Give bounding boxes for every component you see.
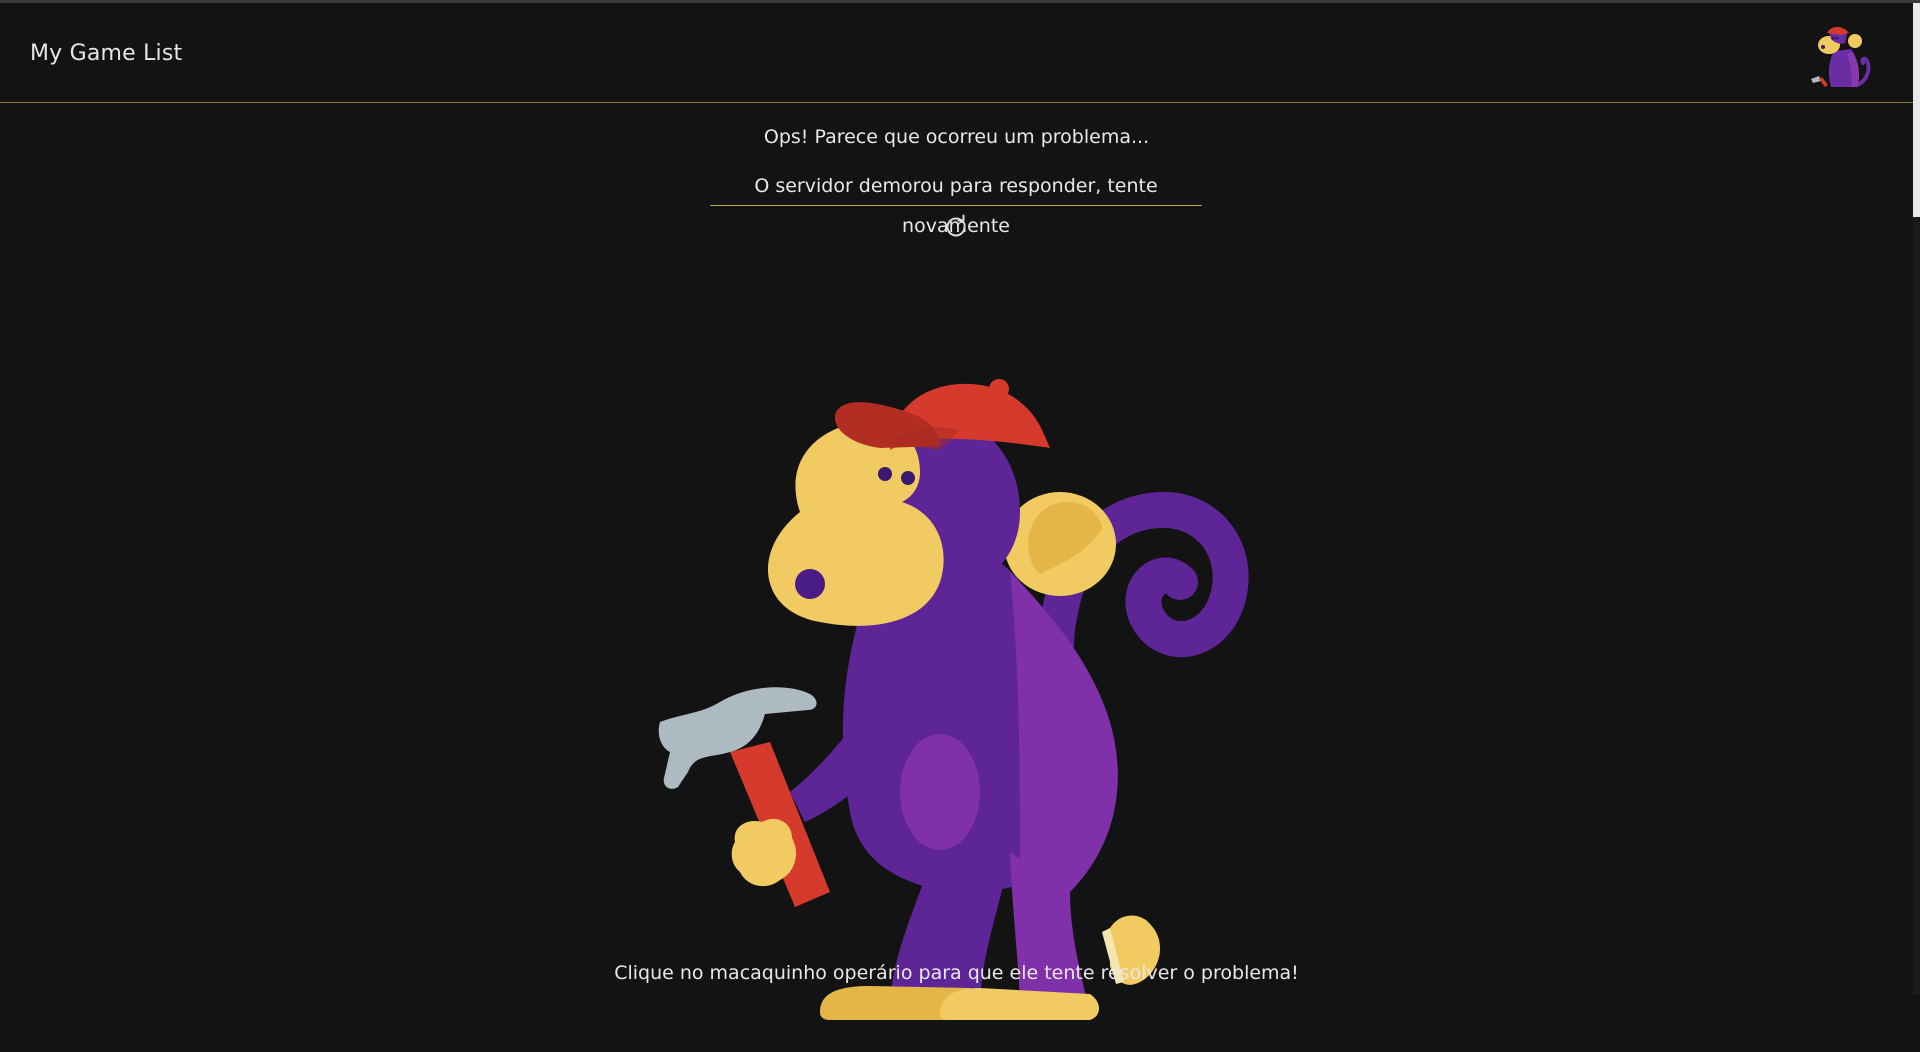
monkey-avatar-icon[interactable] xyxy=(1805,21,1875,91)
refresh-icon[interactable] xyxy=(943,214,969,240)
error-page: Ops! Parece que ocorreu um problema... O… xyxy=(0,104,1913,1020)
app-header: My Game List xyxy=(0,3,1913,103)
hint-text: Clique no macaquinho operário para que e… xyxy=(614,962,1299,984)
worker-monkey-icon[interactable] xyxy=(640,252,1280,1052)
app-title[interactable]: My Game List xyxy=(30,41,182,66)
error-message: O servidor demorou para responder, tente… xyxy=(710,166,1202,237)
scrollbar-thumb[interactable] xyxy=(1913,3,1920,217)
error-title: Ops! Parece que ocorreu um problema... xyxy=(763,126,1150,148)
